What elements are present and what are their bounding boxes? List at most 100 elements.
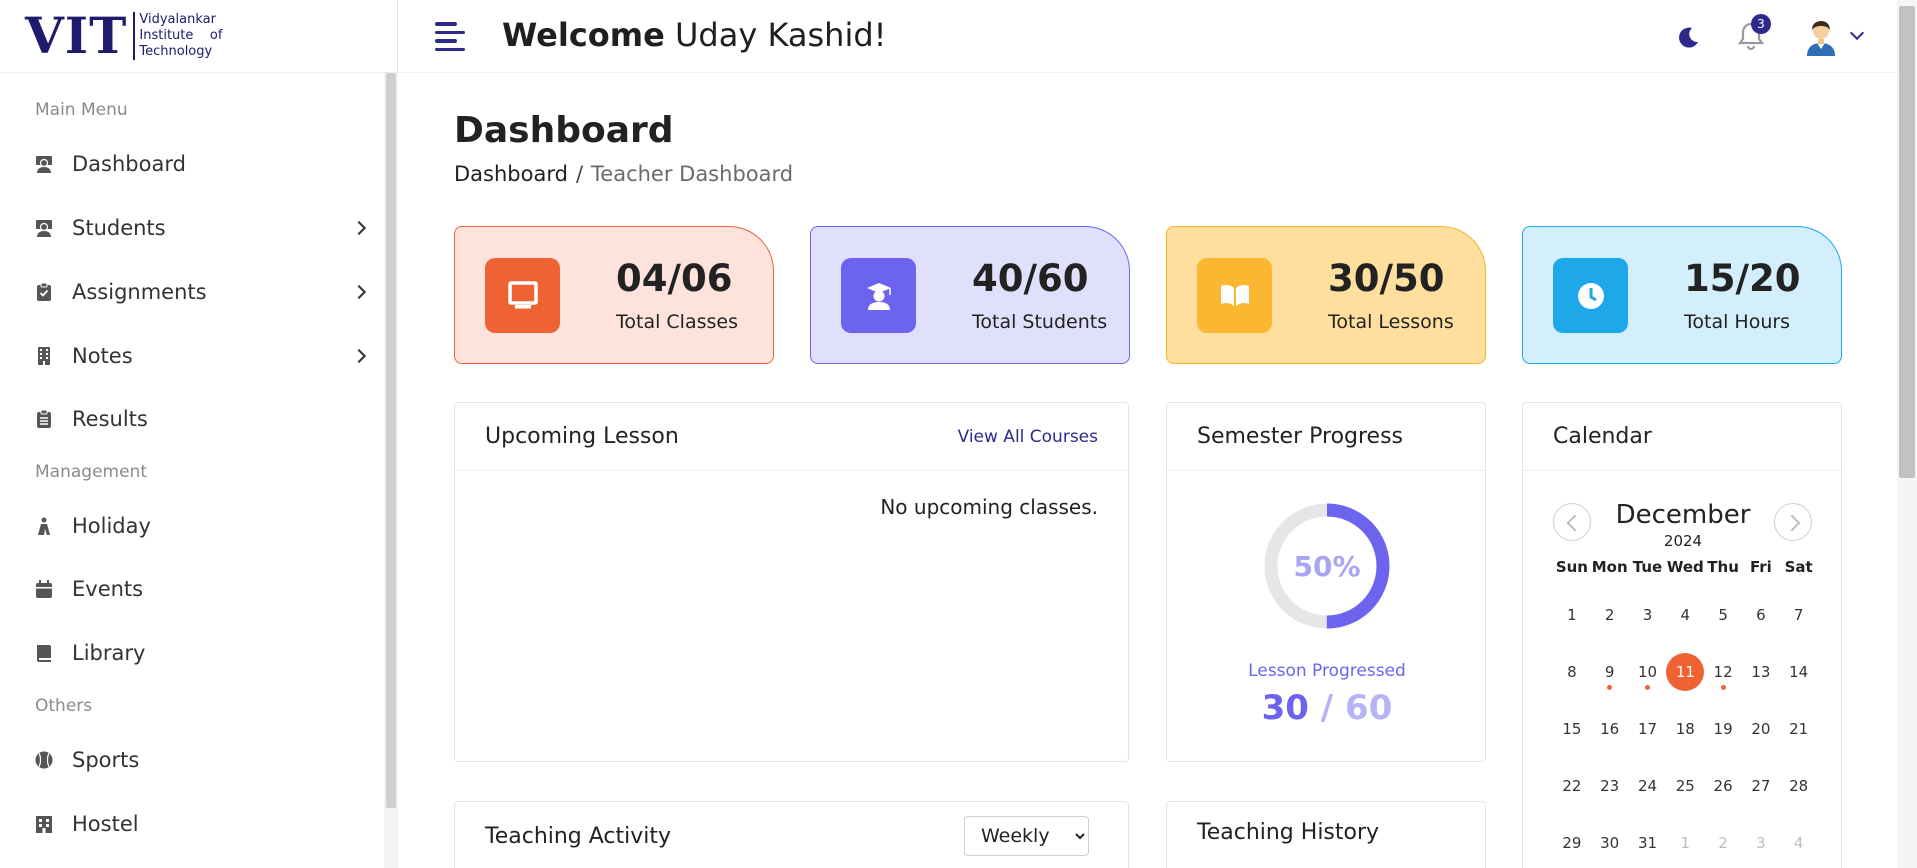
calendar-day[interactable]: 17 xyxy=(1629,702,1667,759)
logo[interactable]: VIT Vidyalankar Institute of Technology xyxy=(0,0,397,73)
sidebar-item-library[interactable]: Library xyxy=(34,633,364,673)
calendar-day[interactable]: 26 xyxy=(1704,759,1742,816)
sidebar-item-assignments[interactable]: Assignments xyxy=(34,272,367,312)
calendar-week: 1 2 3 4 5 6 7 xyxy=(1553,588,1818,645)
calendar-day[interactable]: 28 xyxy=(1780,759,1818,816)
calendar-week: 15 16 17 18 19 20 21 xyxy=(1553,702,1818,759)
calendar-day[interactable]: 7 xyxy=(1780,588,1818,645)
sidebar-item-label: Results xyxy=(72,407,148,431)
calendar-day[interactable]: 14 xyxy=(1780,645,1818,702)
sidebar-item-label: Holiday xyxy=(72,514,151,538)
calendar-day[interactable]: 1 xyxy=(1553,588,1591,645)
calendar-day-with-event[interactable]: 12 xyxy=(1704,645,1742,702)
sidebar-item-label: Events xyxy=(72,577,144,601)
stat-card-hours: 15/20 Total Hours xyxy=(1522,226,1842,364)
sidebar-item-dashboard[interactable]: Dashboard xyxy=(34,144,364,184)
sidebar-item-label: Library xyxy=(72,641,146,665)
stat-card-classes: 04/06 Total Classes xyxy=(454,226,774,364)
calendar-day[interactable]: 19 xyxy=(1704,702,1742,759)
calendar-day-next-month[interactable]: 1 xyxy=(1666,816,1704,868)
calendar-day-next-month[interactable]: 2 xyxy=(1704,816,1742,868)
clipboard-list-icon xyxy=(34,409,54,429)
sidebar-item-sports[interactable]: Sports xyxy=(34,740,364,780)
calendar-month: December xyxy=(1615,500,1751,530)
sidebar-item-events[interactable]: Events xyxy=(34,569,364,609)
open-book-icon xyxy=(1197,258,1272,333)
calendar-day[interactable]: 4 xyxy=(1666,588,1704,645)
sidebar-item-students[interactable]: Students xyxy=(34,208,367,248)
weekday-label: Sat xyxy=(1784,558,1813,576)
calendar-day-with-event[interactable]: 10 xyxy=(1629,645,1667,702)
card-title: Teaching History xyxy=(1197,820,1380,845)
calendar-week: 22 23 24 25 26 27 28 xyxy=(1553,759,1818,816)
sidebar-scrollbar-thumb[interactable] xyxy=(386,73,396,808)
period-select[interactable]: Weekly xyxy=(964,816,1089,856)
card-title: Semester Progress xyxy=(1197,424,1404,449)
sidebar-item-results[interactable]: Results xyxy=(34,399,364,439)
calendar-day-today[interactable]: 11 xyxy=(1666,645,1705,702)
holiday-icon xyxy=(34,516,54,536)
calendar-day[interactable]: 2 xyxy=(1591,588,1629,645)
view-all-courses-link[interactable]: View All Courses xyxy=(958,427,1098,447)
page-scrollbar-thumb[interactable] xyxy=(1899,6,1915,478)
logo-mark: VIT xyxy=(25,6,128,65)
calendar-year: 2024 xyxy=(1663,532,1703,550)
monitor-icon xyxy=(485,258,560,333)
calendar-day[interactable]: 25 xyxy=(1666,759,1704,816)
dark-mode-toggle-icon[interactable] xyxy=(1675,24,1701,50)
event-dot xyxy=(1607,685,1613,690)
building-icon xyxy=(34,346,54,366)
sidebar-item-label: Notes xyxy=(72,344,133,368)
progress-fraction: 30 / 60 xyxy=(1261,688,1393,728)
card-title: Upcoming Lesson xyxy=(485,424,679,449)
calendar-day[interactable]: 13 xyxy=(1742,645,1780,702)
calendar-day[interactable]: 30 xyxy=(1591,816,1629,868)
calendar-day[interactable]: 27 xyxy=(1742,759,1780,816)
calendar-day[interactable]: 23 xyxy=(1591,759,1629,816)
sidebar: VIT Vidyalankar Institute of Technology … xyxy=(0,0,398,868)
menu-toggle-icon[interactable] xyxy=(435,22,465,51)
calendar-day-next-month[interactable]: 4 xyxy=(1780,816,1818,868)
event-dot xyxy=(1644,685,1650,690)
calendar-day[interactable]: 21 xyxy=(1780,702,1818,759)
sidebar-item-hostel[interactable]: Hostel xyxy=(34,804,364,844)
calendar-day[interactable]: 6 xyxy=(1742,588,1780,645)
calendar-day[interactable]: 31 xyxy=(1629,816,1667,868)
stat-value: 04/06 xyxy=(616,257,733,300)
progress-percent: 50% xyxy=(1293,549,1361,583)
baseball-icon xyxy=(34,750,54,770)
logo-text: Vidyalankar Institute of Technology xyxy=(139,12,223,59)
calendar-day-with-event[interactable]: 9 xyxy=(1591,645,1629,702)
card-title: Calendar xyxy=(1553,424,1652,449)
graduate-icon xyxy=(841,258,916,333)
calendar-day[interactable]: 24 xyxy=(1629,759,1667,816)
calendar-day[interactable]: 16 xyxy=(1591,702,1629,759)
top-header: Welcome Uday Kashid! 3 xyxy=(398,0,1897,73)
calendar-day-next-month[interactable]: 3 xyxy=(1742,816,1780,868)
breadcrumb-dashboard[interactable]: Dashboard xyxy=(454,162,568,186)
student-icon xyxy=(34,218,54,238)
user-avatar[interactable] xyxy=(1801,16,1841,56)
calendar-day[interactable]: 8 xyxy=(1553,645,1591,702)
calendar-day[interactable]: 18 xyxy=(1666,702,1704,759)
sidebar-item-holiday[interactable]: Holiday xyxy=(34,506,364,546)
sidebar-item-label: Students xyxy=(72,216,166,240)
weekday-label: Mon xyxy=(1591,558,1628,576)
calendar-day[interactable]: 15 xyxy=(1553,702,1591,759)
calendar-card: Calendar December 2024 Sun Mon Tue Wed T… xyxy=(1522,402,1842,868)
user-menu-chevron-icon[interactable] xyxy=(1849,25,1865,41)
calendar-day[interactable]: 3 xyxy=(1629,588,1667,645)
calendar-day[interactable]: 5 xyxy=(1704,588,1742,645)
sidebar-item-label: Dashboard xyxy=(72,152,186,176)
section-others: Others xyxy=(35,696,93,716)
page-title: Dashboard xyxy=(454,110,674,151)
clock-icon xyxy=(1553,258,1628,333)
sidebar-item-notes[interactable]: Notes xyxy=(34,336,367,376)
calendar-day[interactable]: 29 xyxy=(1553,816,1591,868)
breadcrumb-separator: / xyxy=(575,162,584,186)
calendar-day[interactable]: 22 xyxy=(1553,759,1591,816)
sidebar-item-label: Sports xyxy=(72,748,140,772)
calendar-day[interactable]: 20 xyxy=(1742,702,1780,759)
stat-card-lessons: 30/50 Total Lessons xyxy=(1166,226,1486,364)
chevron-right-icon xyxy=(351,220,367,236)
